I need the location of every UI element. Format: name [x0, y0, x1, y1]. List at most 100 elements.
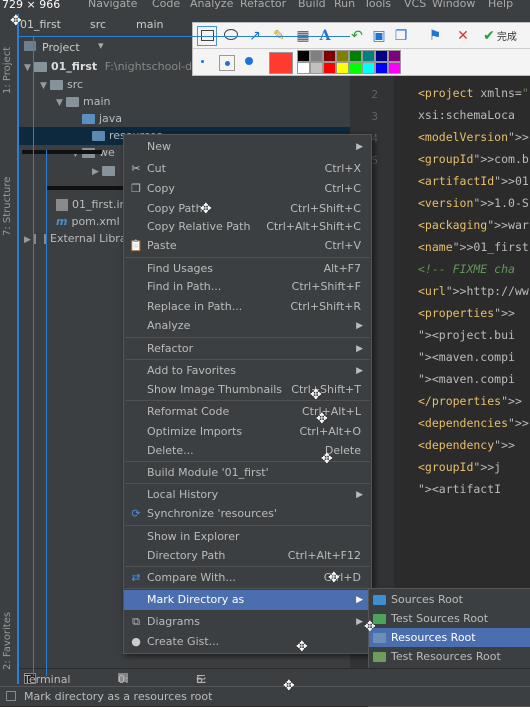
project-tool-tab[interactable]: 1: Project: [2, 47, 13, 94]
breadcrumb-src[interactable]: src: [90, 18, 106, 31]
pin-icon[interactable]: ⚑: [425, 26, 445, 46]
tree-item-main[interactable]: ▼ main: [56, 93, 110, 111]
menu-navigate[interactable]: Navigate: [88, 0, 137, 10]
folder-icon: [66, 97, 79, 107]
menu-vcs[interactable]: VCS: [404, 0, 426, 10]
chevron-down-icon[interactable]: ▾: [98, 39, 104, 52]
close-icon[interactable]: ✕: [453, 26, 473, 46]
color-swatch[interactable]: [388, 62, 401, 74]
save-icon[interactable]: ▣: [369, 26, 389, 46]
context-menu-item-create-gist[interactable]: ● Create Gist...: [124, 632, 371, 652]
context-menu-item-find-usages[interactable]: Find Usages Alt+F7: [124, 259, 371, 279]
context-menu-item-copy[interactable]: ❐ Copy Ctrl+C: [124, 179, 371, 199]
redaction-bar: [22, 150, 102, 154]
menu-window[interactable]: Window: [432, 0, 475, 10]
context-menu-item-new[interactable]: New ▶: [124, 137, 371, 157]
current-color-swatch[interactable]: [269, 52, 293, 74]
context-menu-item-mark-directory-as[interactable]: Mark Directory as ▶: [124, 590, 371, 610]
done-button[interactable]: ✔ 完成: [477, 26, 523, 46]
breadcrumb-project[interactable]: 01_first: [20, 18, 61, 31]
menu-run[interactable]: Run: [334, 0, 355, 10]
context-menu-item-refactor[interactable]: Refactor ▶: [124, 339, 371, 359]
collapse-arrow-icon[interactable]: ▶: [92, 163, 102, 181]
project-panel-title[interactable]: Project: [42, 41, 80, 54]
structure-tool-tab[interactable]: 7: Structure: [2, 177, 13, 236]
tree-item-pom[interactable]: m pom.xml: [56, 213, 120, 231]
context-menu-item-directory-path[interactable]: Directory Path Ctrl+Alt+F12: [124, 546, 371, 566]
code-line: "><maven.compi: [418, 372, 515, 386]
expand-arrow-icon[interactable]: ▼: [40, 77, 50, 95]
context-menu-item-local-history[interactable]: Local History ▶: [124, 485, 371, 505]
tree-item-project-root[interactable]: ▼ 01_first F:\nightschool-d\: [24, 58, 196, 76]
context-menu-item-delete[interactable]: Delete... Delete: [124, 441, 371, 461]
submenu-item-test-resources-root[interactable]: Test Resources Root: [369, 647, 530, 666]
menu-analyze[interactable]: Analyze: [190, 0, 233, 10]
color-swatch[interactable]: [336, 62, 349, 74]
color-swatch[interactable]: [375, 62, 388, 74]
context-menu-item-find-in-path[interactable]: Find in Path... Ctrl+Shift+F: [124, 277, 371, 297]
context-menu-item-optimize-imports[interactable]: Optimize Imports Ctrl+Alt+O: [124, 422, 371, 442]
submenu-arrow-icon: ▶: [356, 617, 363, 627]
context-menu-item-build-module-01-first[interactable]: Build Module '01_first': [124, 463, 371, 483]
layout-toggle-icon[interactable]: [6, 691, 16, 701]
color-swatch[interactable]: [297, 50, 310, 62]
color-swatch[interactable]: [323, 62, 336, 74]
undo-icon[interactable]: ↶: [347, 26, 367, 46]
color-swatch[interactable]: [375, 50, 388, 62]
code-line: "><project.bui: [418, 328, 515, 342]
submenu-item-resources-root[interactable]: Resources Root: [369, 628, 530, 647]
submenu-item-sources-root[interactable]: Sources Root: [369, 590, 530, 609]
menu-refactor[interactable]: Refactor: [240, 0, 286, 10]
menu-code[interactable]: Code: [152, 0, 180, 10]
tree-item-external-libraries[interactable]: ▶ External Libra: [24, 230, 127, 248]
tree-item-java[interactable]: java: [82, 110, 122, 128]
color-swatch[interactable]: [362, 62, 375, 74]
color-swatch[interactable]: [388, 50, 401, 62]
menu-help[interactable]: Help: [488, 0, 513, 10]
code-line: "><artifactI: [418, 482, 502, 496]
brush-size-medium[interactable]: [219, 55, 235, 71]
color-swatch[interactable]: [349, 50, 362, 62]
context-menu-item-show-image-thumbnails[interactable]: Show Image Thumbnails Ctrl+Shift+T: [124, 380, 371, 400]
brush-size-large[interactable]: [245, 57, 253, 65]
context-menu-item-cut[interactable]: ✂ Cut Ctrl+X: [124, 159, 371, 179]
color-swatch[interactable]: [362, 50, 375, 62]
context-menu-item-show-in-explorer[interactable]: Show in Explorer: [124, 527, 371, 547]
tree-item-iml[interactable]: 01_first.im: [56, 196, 130, 214]
submenu-item-test-sources-root[interactable]: Test Sources Root: [369, 609, 530, 628]
copy-icon[interactable]: ❐: [391, 26, 411, 46]
expand-arrow-icon[interactable]: ▼: [72, 145, 82, 163]
menu-item-label: Create Gist...: [147, 635, 220, 648]
brush-size-small[interactable]: [201, 60, 204, 63]
color-swatch[interactable]: [323, 50, 336, 62]
menu-tools[interactable]: Tools: [364, 0, 391, 10]
menu-separator: [125, 400, 370, 401]
menu-build[interactable]: Build: [298, 0, 326, 10]
tree-item-collapsed[interactable]: ▶: [92, 162, 119, 180]
tree-item-label: main: [83, 95, 111, 108]
context-menu-item-copy-relative-path[interactable]: Copy Relative Path Ctrl+Alt+Shift+C: [124, 217, 371, 237]
code-line: <properties">>: [418, 306, 515, 320]
context-menu-item-copy-path[interactable]: Copy Path Ctrl+Shift+C: [124, 199, 371, 219]
main-menubar: Navigate Code Analyze Refactor Build Run…: [0, 0, 530, 14]
color-swatch[interactable]: [349, 62, 362, 74]
breadcrumb-main[interactable]: main: [136, 18, 163, 31]
color-swatch[interactable]: [336, 50, 349, 62]
context-menu-item-synchronize-resources[interactable]: ⟳ Synchronize 'resources': [124, 504, 371, 524]
color-swatch[interactable]: [310, 62, 323, 74]
expand-arrow-icon[interactable]: ▼: [56, 94, 66, 112]
github-icon: ●: [131, 635, 141, 648]
context-menu-item-analyze[interactable]: Analyze ▶: [124, 316, 371, 336]
context-menu-item-reformat-code[interactable]: Reformat Code Ctrl+Alt+L: [124, 402, 371, 422]
favorites-tool-tab[interactable]: 2: Favorites: [2, 612, 13, 670]
context-menu-item-replace-in-path[interactable]: Replace in Path... Ctrl+Shift+R: [124, 297, 371, 317]
code-line: xsi:schemaLoca: [418, 108, 515, 122]
context-menu-item-paste[interactable]: 📋 Paste Ctrl+V: [124, 236, 371, 256]
menu-item-shortcut: Ctrl+Alt+F12: [287, 549, 361, 562]
tree-item-src[interactable]: ▼ src: [40, 76, 83, 94]
color-swatch[interactable]: [310, 50, 323, 62]
context-menu-item-add-to-favorites[interactable]: Add to Favorites ▶: [124, 361, 371, 381]
code-content[interactable]: <?xml version="1<project xmlns=" xsi:sch…: [418, 58, 530, 668]
color-swatch[interactable]: [297, 62, 310, 74]
context-menu-item-diagrams[interactable]: ⧉ Diagrams ▶: [124, 612, 371, 632]
